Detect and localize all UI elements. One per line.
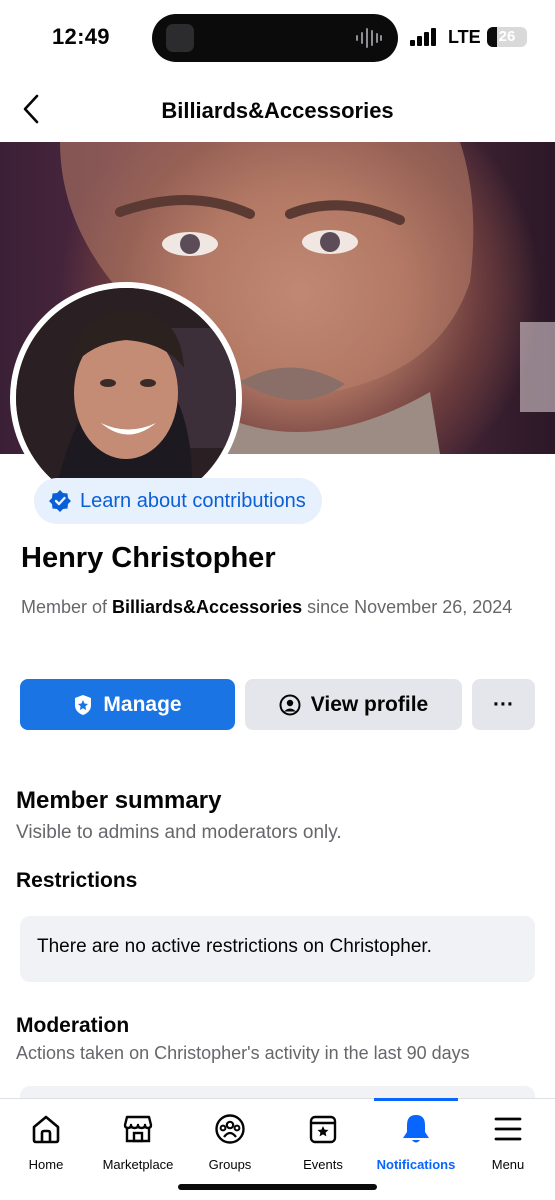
marketplace-icon bbox=[92, 1109, 184, 1149]
profile-circle-icon bbox=[279, 694, 301, 715]
dynamic-island bbox=[152, 14, 398, 62]
network-type: LTE bbox=[448, 27, 481, 47]
moderation-subtitle: Actions taken on Christopher's activity … bbox=[16, 1043, 470, 1063]
page-title: Billiards&Accessories bbox=[161, 98, 394, 123]
manage-label: Manage bbox=[103, 692, 182, 716]
view-profile-label: View profile bbox=[310, 692, 429, 716]
bell-icon bbox=[370, 1109, 462, 1149]
contributions-icon bbox=[49, 490, 71, 512]
tab-home-label: Home bbox=[28, 1157, 64, 1172]
member-summary-subtitle: Visible to admins and moderators only. bbox=[16, 822, 342, 843]
battery-level: 26 bbox=[498, 28, 516, 45]
top-nav: Billiards&Accessories bbox=[0, 78, 555, 142]
tab-notifications-label: Notifications bbox=[376, 1157, 456, 1172]
tab-notifications[interactable]: Notifications bbox=[370, 1109, 462, 1172]
learn-contributions-label: Learn about contributions bbox=[80, 489, 306, 512]
member-since-date: since November 26, 2024 bbox=[302, 597, 513, 617]
tab-groups-label: Groups bbox=[208, 1157, 252, 1172]
tab-home[interactable]: Home bbox=[0, 1109, 92, 1172]
group-name-link[interactable]: Billiards&Accessories bbox=[112, 597, 302, 617]
tab-marketplace-label: Marketplace bbox=[102, 1157, 174, 1172]
restrictions-title: Restrictions bbox=[16, 869, 138, 892]
tab-groups[interactable]: Groups bbox=[184, 1109, 276, 1172]
home-icon bbox=[0, 1109, 92, 1149]
moderation-title: Moderation bbox=[16, 1014, 130, 1037]
tab-events[interactable]: Events bbox=[277, 1109, 369, 1172]
member-since-prefix: Member of bbox=[21, 597, 113, 617]
status-bar: 12:49 LTE 26 bbox=[0, 0, 555, 76]
restrictions-card: There are no active restrictions on Chri… bbox=[20, 916, 535, 982]
learn-contributions-button[interactable]: Learn about contributions bbox=[34, 478, 322, 524]
manage-button[interactable]: Manage bbox=[20, 679, 235, 730]
view-profile-button[interactable]: View profile bbox=[245, 679, 462, 730]
more-icon: ··· bbox=[493, 692, 514, 716]
tab-events-label: Events bbox=[303, 1157, 343, 1172]
active-tab-indicator bbox=[374, 1098, 458, 1101]
home-indicator bbox=[178, 1184, 377, 1190]
audio-wave-icon bbox=[356, 28, 382, 48]
tab-menu[interactable]: Menu bbox=[462, 1109, 554, 1172]
status-time: 12:49 bbox=[52, 24, 110, 49]
groups-icon bbox=[184, 1109, 276, 1149]
member-since: Member of Billiards&Accessories since No… bbox=[21, 594, 521, 620]
member-name: Henry Christopher bbox=[21, 542, 276, 574]
more-options-button[interactable]: ··· bbox=[472, 679, 535, 730]
shield-icon bbox=[75, 694, 92, 715]
tab-marketplace[interactable]: Marketplace bbox=[92, 1109, 184, 1172]
member-summary-title: Member summary bbox=[16, 787, 222, 814]
island-app-icon bbox=[166, 24, 194, 52]
tab-menu-label: Menu bbox=[491, 1157, 525, 1172]
menu-icon bbox=[462, 1109, 554, 1149]
signal-icon bbox=[410, 28, 436, 46]
restrictions-text: There are no active restrictions on Chri… bbox=[37, 936, 432, 957]
battery-icon: 26 bbox=[487, 27, 527, 47]
events-icon bbox=[277, 1109, 369, 1149]
